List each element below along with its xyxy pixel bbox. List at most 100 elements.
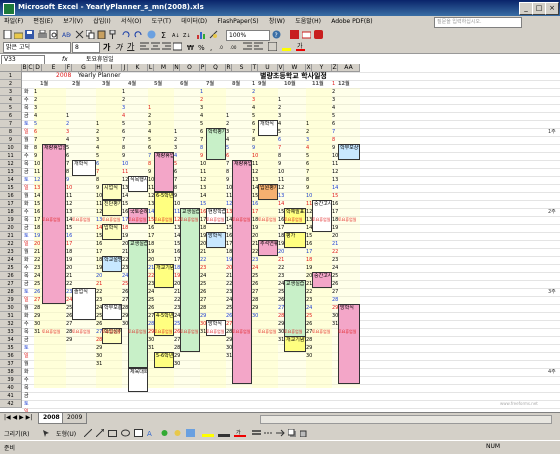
worksheet[interactable]: 2008 Yearly Planner 별량초등학교 학사일정 1월 2월 3월 4월 5월 6…: [0, 64, 560, 412]
arrow-tool-icon[interactable]: [96, 429, 104, 437]
select-objects-icon[interactable]: [42, 429, 50, 437]
event-block[interactable]: 학부모총회: [102, 304, 122, 320]
paste-icon[interactable]: [97, 30, 106, 39]
decrease-indent-icon[interactable]: [243, 42, 252, 51]
column-header[interactable]: K: [128, 64, 148, 72]
tab-2008[interactable]: 2008: [38, 413, 65, 424]
font-color-icon[interactable]: 가: [296, 42, 305, 51]
row-header[interactable]: 37: [0, 360, 22, 368]
row-header[interactable]: 33: [0, 328, 22, 336]
underline-icon[interactable]: 가: [126, 42, 135, 51]
row-header[interactable]: 35: [0, 344, 22, 352]
row-header[interactable]: 27: [0, 280, 22, 288]
menu-edit[interactable]: 편집(E): [29, 16, 57, 28]
undo-icon[interactable]: [121, 30, 130, 39]
row-header[interactable]: 12: [0, 160, 22, 168]
row-header[interactable]: 32: [0, 320, 22, 328]
font-name-select[interactable]: 맑은 고딕: [3, 42, 71, 53]
row-header[interactable]: 11: [0, 152, 22, 160]
row-header[interactable]: 17: [0, 200, 22, 208]
column-header[interactable]: E: [42, 64, 66, 72]
row-header[interactable]: 6: [0, 112, 22, 120]
pdf-email-icon[interactable]: [302, 30, 311, 39]
select-all-corner[interactable]: [0, 64, 22, 72]
help-icon[interactable]: ?: [272, 30, 281, 39]
row-header[interactable]: 24: [0, 256, 22, 264]
row-header[interactable]: 5: [0, 104, 22, 112]
row-header[interactable]: 7: [0, 120, 22, 128]
column-header[interactable]: Q: [206, 64, 226, 72]
event-block[interactable]: 학력평가: [206, 128, 226, 160]
event-block[interactable]: 방학식: [338, 304, 360, 384]
row-header[interactable]: 34: [0, 336, 22, 344]
row-header[interactable]: 25: [0, 264, 22, 272]
event-block[interactable]: 교생실습: [128, 240, 148, 368]
fill-color-icon[interactable]: [282, 42, 291, 51]
rectangle-tool-icon[interactable]: [108, 429, 117, 437]
event-block[interactable]: 재량휴업일: [154, 152, 174, 192]
row-header[interactable]: 14: [0, 176, 22, 184]
close-button[interactable]: ×: [545, 2, 559, 15]
column-header[interactable]: W: [284, 64, 306, 72]
line-tool-icon[interactable]: [84, 429, 92, 437]
row-header[interactable]: 39: [0, 376, 22, 384]
row-header[interactable]: 21: [0, 232, 22, 240]
row-header[interactable]: 38: [0, 368, 22, 376]
event-block[interactable]: 5-6학년: [154, 352, 174, 368]
3d-style-icon[interactable]: [300, 429, 309, 437]
event-block[interactable]: 개교기념일: [284, 336, 306, 352]
row-header[interactable]: 42: [0, 400, 22, 408]
merge-center-icon[interactable]: [173, 42, 182, 51]
column-header[interactable]: D: [34, 64, 42, 72]
event-block[interactable]: 평가: [284, 232, 306, 248]
fill-color-draw-icon[interactable]: [202, 429, 214, 437]
row-header[interactable]: 18: [0, 208, 22, 216]
event-block[interactable]: 학교설명회: [102, 256, 122, 272]
autosum-icon[interactable]: Σ: [160, 30, 169, 39]
print-preview-icon[interactable]: [49, 30, 58, 39]
clipart-icon[interactable]: [173, 429, 182, 437]
row-header[interactable]: 4: [0, 96, 22, 104]
menu-window[interactable]: 창(W): [265, 16, 289, 28]
percent-icon[interactable]: %: [197, 42, 206, 51]
event-block[interactable]: 입학식: [102, 224, 122, 240]
bold-icon[interactable]: 가: [102, 42, 111, 51]
line-style-icon[interactable]: [252, 429, 261, 437]
row-header[interactable]: 28: [0, 288, 22, 296]
row-header[interactable]: 9: [0, 136, 22, 144]
column-header[interactable]: G: [72, 64, 96, 72]
increase-indent-icon[interactable]: [254, 42, 263, 51]
align-right-icon[interactable]: [162, 42, 171, 51]
menu-help[interactable]: 도움말(H): [291, 16, 325, 28]
event-block[interactable]: 방학식: [206, 232, 226, 248]
row-header[interactable]: 16: [0, 192, 22, 200]
decrease-decimal-icon[interactable]: .00: [230, 42, 239, 51]
redo-icon[interactable]: [134, 30, 143, 39]
cell-grid[interactable]: 2008 Yearly Planner 별량초등학교 학사일정 1월 2월 3월 4월 5월 6…: [22, 72, 560, 412]
align-center-icon[interactable]: [151, 42, 160, 51]
row-header[interactable]: 8: [0, 128, 22, 136]
tab-2009[interactable]: 2009: [62, 413, 88, 424]
menu-insert[interactable]: 삽입(I): [89, 16, 115, 28]
row-header[interactable]: 15: [0, 184, 22, 192]
event-block[interactable]: 체육대회: [128, 368, 148, 392]
sort-ascending-icon[interactable]: A↓: [172, 30, 181, 39]
event-block[interactable]: 입원평가: [258, 184, 278, 200]
row-header[interactable]: 26: [0, 272, 22, 280]
line-color-icon[interactable]: [218, 429, 230, 437]
flashpaper-icon[interactable]: [314, 30, 323, 39]
row-header[interactable]: 10: [0, 144, 22, 152]
row-header[interactable]: 30: [0, 304, 22, 312]
event-block[interactable]: 중간고사: [312, 272, 332, 288]
hyperlink-icon[interactable]: [147, 30, 156, 39]
print-icon[interactable]: [38, 30, 47, 39]
dash-style-icon[interactable]: [264, 429, 273, 437]
help-search-input[interactable]: 질문을 입력하십시오.: [434, 17, 522, 28]
row-header[interactable]: 31: [0, 312, 22, 320]
pdf-convert-icon[interactable]: [290, 30, 299, 39]
row-header[interactable]: 40: [0, 384, 22, 392]
event-block[interactable]: 학부모상담: [338, 144, 360, 160]
italic-icon[interactable]: 가: [114, 42, 123, 51]
minimize-button[interactable]: _: [519, 2, 533, 15]
borders-icon[interactable]: [268, 42, 277, 51]
